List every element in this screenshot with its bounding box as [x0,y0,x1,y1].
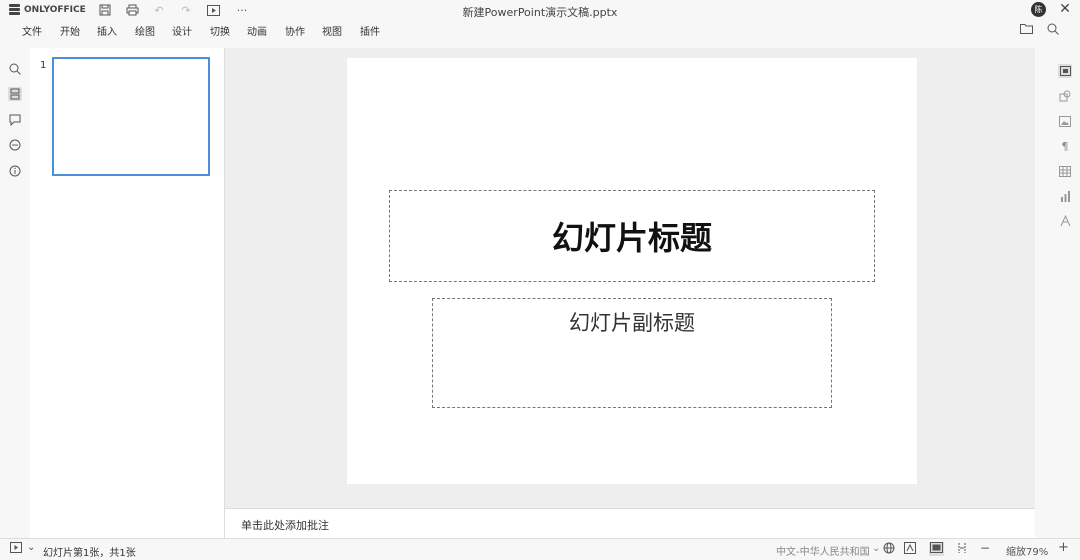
text-art-icon[interactable] [1058,214,1072,228]
notes-placeholder: 单击此处添加批注 [241,519,329,532]
slide-number: 1 [40,60,47,71]
subtitle-placeholder[interactable]: 幻灯片副标题 [432,298,832,408]
menu-collaboration[interactable]: 协作 [285,23,305,38]
paragraph-settings-icon[interactable]: ¶ [1058,139,1072,153]
slideshow-icon[interactable] [10,542,22,556]
slide-settings-icon[interactable] [1058,64,1072,78]
menu-animation[interactable]: 动画 [247,23,267,38]
left-toolbar [0,48,30,538]
search-icon[interactable] [8,62,22,76]
spellcheck-icon[interactable] [904,542,916,557]
title-bar: ONLYOFFICE ↶ ↷ ··· 新建PowerPoint演示文稿.pptx… [0,0,1080,20]
status-bar: ⌄ 幻灯片第1张，共1张 中文-中华人民共和国 ⌄ − 缩放79% + [0,538,1080,560]
redo-icon[interactable]: ↷ [178,3,194,17]
fit-width-icon[interactable] [956,542,968,557]
menu-insert[interactable]: 插入 [97,23,117,38]
shape-settings-icon[interactable] [1058,89,1072,103]
language-selector[interactable]: 中文-中华人民共和国 [776,543,870,558]
menu-design[interactable]: 设计 [172,23,192,38]
slideshow-icon[interactable] [205,3,221,17]
notes-area[interactable]: 单击此处添加批注 [225,508,1035,538]
close-button[interactable]: ✕ [1058,1,1072,17]
menu-bar: 文件 开始 插入 绘图 设计 切换 动画 协作 视图 插件 [0,20,1080,42]
image-settings-icon[interactable] [1058,114,1072,128]
more-icon[interactable]: ··· [232,3,252,17]
chevron-down-icon[interactable]: ⌄ [27,542,35,553]
menu-draw[interactable]: 绘图 [135,23,155,38]
app-logo-text: ONLYOFFICE [24,4,86,15]
slide-editor: 幻灯片标题 幻灯片副标题 [225,48,1035,508]
zoom-level: 缩放79% [1006,547,1049,558]
slide-thumbnails-panel: 1 [30,48,225,538]
normal-view-icon[interactable] [929,542,944,556]
menu-plugins[interactable]: 插件 [360,23,380,38]
slide-count: 幻灯片第1张，共1张 [43,548,136,559]
menu-view[interactable]: 视图 [322,23,342,38]
chevron-down-icon[interactable]: ⌄ [872,543,880,554]
slide-canvas: 幻灯片标题 幻灯片副标题 [347,58,917,484]
table-settings-icon[interactable] [1058,164,1072,178]
info-icon[interactable] [8,164,22,178]
open-file-location-icon[interactable] [1019,23,1033,37]
search-icon[interactable] [1046,23,1060,37]
chat-icon[interactable] [8,138,22,152]
avatar[interactable]: 陈 [1031,2,1046,17]
thumbnails-icon[interactable] [8,87,22,101]
title-placeholder[interactable]: 幻灯片标题 [389,190,875,282]
zoom-in-button[interactable]: + [1058,540,1069,555]
menu-transitions[interactable]: 切换 [210,23,230,38]
app-logo: ONLYOFFICE [9,4,86,15]
menu-home[interactable]: 开始 [60,23,80,38]
menu-file[interactable]: 文件 [22,23,42,38]
slide-thumbnail[interactable] [52,57,210,176]
right-toolbar: ¶ [1040,48,1080,538]
chart-settings-icon[interactable] [1058,189,1072,203]
globe-icon[interactable] [883,542,895,557]
comments-icon[interactable] [8,113,22,127]
undo-icon[interactable]: ↶ [151,3,167,17]
logo-icon [9,4,20,15]
save-icon[interactable] [97,3,113,17]
zoom-out-button[interactable]: − [980,541,990,555]
print-icon[interactable] [124,3,140,17]
